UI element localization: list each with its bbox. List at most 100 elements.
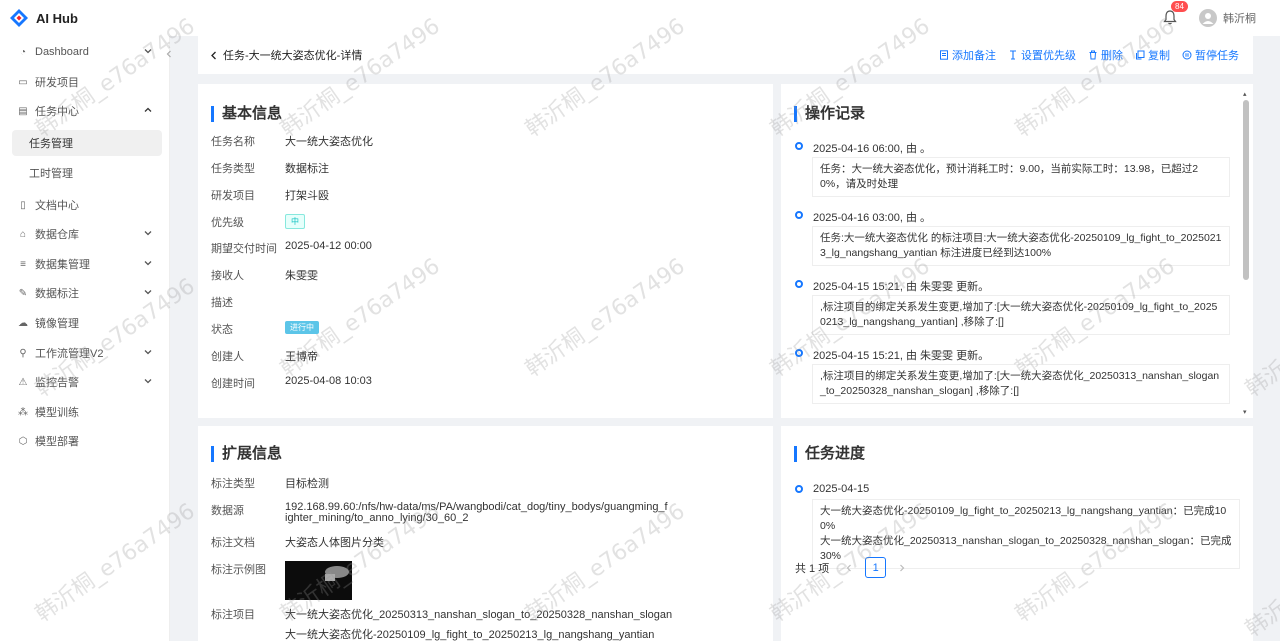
prev-page-button[interactable]	[839, 558, 859, 578]
scroll-up-icon[interactable]: ▴	[1243, 91, 1249, 98]
add-note-button[interactable]: 添加备注	[939, 47, 996, 63]
app-logo[interactable]: AI Hub	[9, 8, 78, 28]
sidebar-item-label: 数据集管理	[35, 259, 90, 271]
operation-log-list[interactable]: 2025-04-16 06:00, 由 。 任务：大一统大姿态优化，预计消耗工时…	[781, 139, 1251, 424]
back-link[interactable]: 任务-大一统大姿态优化-详情	[210, 47, 362, 63]
delete-button[interactable]: 删除	[1088, 47, 1123, 63]
bell-icon	[1163, 10, 1177, 25]
field-creator: 创建人 王博帝	[211, 348, 318, 364]
copy-button[interactable]: 复制	[1135, 47, 1170, 63]
sidebar-item-projects[interactable]: ▭ 研发项目	[12, 69, 162, 95]
chevron-down-icon	[144, 261, 152, 266]
sidebar-item-task-center[interactable]: ▤ 任务中心	[12, 98, 162, 124]
sidebar-item-label: 模型训练	[35, 407, 79, 419]
field-value: 2025-04-12 00:00	[285, 240, 372, 252]
project-link[interactable]: 大一统大姿态优化_20250313_nanshan_slogan_to_2025…	[285, 606, 672, 622]
pause-task-button[interactable]: 暂停任务	[1182, 47, 1239, 63]
field-label: 创建人	[211, 351, 244, 363]
sidebar-item-label: 工时管理	[29, 168, 73, 180]
section-title: 任务进度	[794, 446, 865, 462]
sidebar-item-deploy[interactable]: ⬡ 模型部署	[12, 428, 162, 454]
sidebar-item-task-management[interactable]: 任务管理	[12, 130, 162, 156]
field-label: 任务类型	[211, 163, 255, 175]
sidebar-item-dashboard[interactable]: ◔ Dashboard	[12, 39, 162, 65]
scroll-down-icon[interactable]: ▾	[1243, 409, 1249, 416]
action-label: 添加备注	[952, 50, 996, 62]
field-value: 打架斗殴	[285, 190, 329, 202]
basic-info-panel: 基本信息 任务名称 大一统大姿态优化 任务类型 数据标注 研发项目 打架斗殴 优…	[198, 84, 773, 418]
field-label: 期望交付时间	[211, 243, 277, 255]
next-page-button[interactable]	[892, 558, 912, 578]
sidebar-item-warehouse[interactable]: ⌂ 数据仓库	[12, 221, 162, 247]
log-time: 2025-04-15 15:21, 由 朱雯雯 更新。	[813, 350, 990, 362]
edit-icon: ✎	[18, 287, 28, 299]
doc-link[interactable]: 大姿态人体图片分类	[285, 534, 384, 550]
document-icon: ▯	[20, 199, 26, 211]
sidebar-item-worktime[interactable]: 工时管理	[12, 160, 162, 186]
action-label: 删除	[1101, 50, 1123, 62]
field-label	[211, 626, 285, 641]
field-label: 标注类型	[211, 478, 255, 490]
action-label: 设置优先级	[1021, 50, 1076, 62]
cube-icon: ⬡	[18, 435, 28, 447]
chevron-up-icon	[144, 107, 152, 112]
scrollbar[interactable]: ▴ ▾	[1243, 91, 1249, 416]
page-number[interactable]: 1	[865, 557, 887, 578]
sidebar-item-label: 工作流管理V2	[35, 348, 104, 360]
sidebar-item-images[interactable]: ☁ 镜像管理	[12, 310, 162, 336]
timeline-dot	[795, 280, 803, 288]
scrollbar-thumb[interactable]	[1243, 100, 1249, 280]
trash-icon	[1089, 50, 1097, 60]
sidebar-item-docs[interactable]: ▯ 文档中心	[12, 192, 162, 218]
chevron-down-icon	[144, 379, 152, 384]
avatar[interactable]	[1199, 9, 1217, 27]
field-priority: 优先级 中	[211, 214, 305, 230]
chevron-down-icon	[144, 49, 152, 54]
field-task-type: 任务类型 数据标注	[211, 160, 329, 176]
timeline-dot	[795, 349, 803, 357]
field-label: 创建时间	[211, 378, 255, 390]
chevron-left-icon	[211, 51, 216, 59]
field-value: 192.168.99.60:/nfs/hw-data/ms/PA/wangbod…	[285, 501, 668, 524]
database-icon: ≡	[20, 258, 26, 270]
example-image[interactable]	[285, 561, 352, 600]
sidebar-item-monitoring[interactable]: ⚠ 监控告警	[12, 369, 162, 395]
chevron-right-icon	[900, 564, 905, 571]
log-text: 任务:大一统大姿态优化 的标注项目:大一统大姿态优化-20250109_lg_f…	[812, 226, 1230, 266]
set-priority-button[interactable]: 设置优先级	[1008, 47, 1076, 63]
field-value: 朱雯雯	[285, 270, 318, 282]
chevron-down-icon	[144, 231, 152, 236]
sidebar-item-label: Dashboard	[35, 46, 89, 58]
field-label: 优先级	[211, 217, 244, 229]
field-annotation-project: 标注项目 大一统大姿态优化_20250313_nanshan_slogan_to…	[211, 606, 672, 622]
log-time: 2025-04-16 03:00, 由 。	[813, 212, 932, 224]
sidebar-item-label: 数据标注	[35, 288, 79, 300]
page-header: 任务-大一统大姿态优化-详情 添加备注 设置优先级 删除 复制 暂停任务	[198, 36, 1253, 74]
chevron-left-icon	[846, 564, 852, 571]
pagination: 共 1 项 1	[795, 557, 912, 578]
sidebar-item-workflow[interactable]: ⚲ 工作流管理V2	[12, 340, 162, 366]
user-icon	[1202, 13, 1214, 24]
user-name[interactable]: 韩沂桐	[1223, 10, 1256, 26]
section-title: 基本信息	[211, 106, 282, 122]
sidebar-item-annotation[interactable]: ✎ 数据标注	[12, 280, 162, 306]
field-description: 描述	[211, 294, 285, 310]
sidebar-collapse-button[interactable]	[165, 50, 175, 60]
home-icon: ⌂	[19, 228, 27, 240]
field-value: 大一统大姿态优化	[285, 136, 373, 148]
dashboard-icon: ◔	[19, 46, 27, 58]
action-label: 复制	[1148, 50, 1170, 62]
operation-log-panel: 操作记录 2025-04-16 06:00, 由 。 任务：大一统大姿态优化，预…	[781, 84, 1253, 418]
field-status: 状态 进行中	[211, 321, 319, 337]
notification-bell[interactable]: 84	[1163, 1, 1188, 26]
sidebar-item-training[interactable]: ⁂ 模型训练	[12, 399, 162, 425]
task-progress-panel: 任务进度 2025-04-15 大一统大姿态优化-20250109_lg_fig…	[781, 426, 1253, 641]
warning-icon: ⚠	[18, 376, 28, 388]
sidebar-item-datasets[interactable]: ≡ 数据集管理	[12, 251, 162, 277]
field-created-at: 创建时间 2025-04-08 10:03	[211, 375, 372, 391]
field-due-date: 期望交付时间 2025-04-12 00:00	[211, 240, 372, 256]
section-title: 扩展信息	[211, 446, 282, 462]
field-label: 标注示例图	[211, 564, 266, 576]
project-link[interactable]: 大一统大姿态优化-20250109_lg_fight_to_20250213_l…	[285, 626, 654, 641]
field-value: 数据标注	[285, 163, 329, 175]
